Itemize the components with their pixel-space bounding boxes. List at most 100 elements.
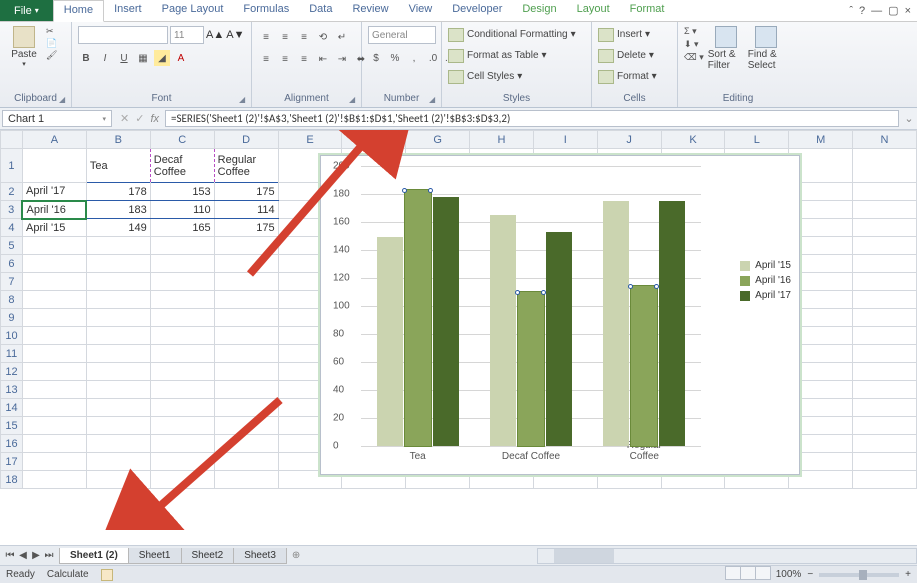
increase-decimal-icon[interactable]: .0	[425, 50, 441, 66]
cell-A1[interactable]	[22, 149, 86, 183]
cell-N17[interactable]	[853, 453, 917, 471]
col-header-N[interactable]: N	[853, 131, 917, 149]
view-buttons[interactable]	[725, 566, 770, 583]
cell-N13[interactable]	[853, 381, 917, 399]
chart-bar-Regular Coffee-April '15[interactable]	[603, 201, 629, 446]
legend-item-April '16[interactable]: April '16	[740, 275, 791, 286]
cell-A5[interactable]	[22, 237, 86, 255]
row-header-1[interactable]: 1	[1, 149, 23, 183]
cell-B1[interactable]: Tea	[86, 149, 150, 183]
indent-decrease-icon[interactable]: ⇤	[315, 51, 331, 67]
row-header-17[interactable]: 17	[1, 453, 23, 471]
status-calculate[interactable]: Calculate	[47, 569, 89, 580]
cell-A10[interactable]	[22, 327, 86, 345]
new-sheet-button[interactable]: ⊕	[286, 550, 306, 561]
row-header-6[interactable]: 6	[1, 255, 23, 273]
name-box[interactable]: Chart 1	[2, 110, 112, 127]
macro-record-icon[interactable]	[101, 569, 113, 581]
tab-nav-prev[interactable]: ◀	[17, 550, 29, 561]
cell-A9[interactable]	[22, 309, 86, 327]
comma-icon[interactable]: ,	[406, 50, 422, 66]
cell-N3[interactable]	[853, 201, 917, 219]
find-select-button[interactable]: Find & Select	[748, 26, 784, 71]
fx-icon[interactable]: fx	[150, 113, 159, 125]
tab-developer[interactable]: Developer	[442, 0, 512, 21]
cell-N14[interactable]	[853, 399, 917, 417]
row-header-2[interactable]: 2	[1, 183, 23, 201]
cell-N9[interactable]	[853, 309, 917, 327]
cell-C11[interactable]	[150, 345, 214, 363]
cell-N8[interactable]	[853, 291, 917, 309]
cell-C1[interactable]: DecafCoffee	[150, 149, 214, 183]
cell-C8[interactable]	[150, 291, 214, 309]
row-header-10[interactable]: 10	[1, 327, 23, 345]
cell-A6[interactable]	[22, 255, 86, 273]
wrap-text-icon[interactable]: ↵	[334, 29, 350, 45]
tab-view[interactable]: View	[399, 0, 443, 21]
col-header-K[interactable]: K	[661, 131, 725, 149]
align-middle-icon[interactable]: ≡	[277, 29, 293, 45]
cell-B6[interactable]	[86, 255, 150, 273]
cell-N6[interactable]	[853, 255, 917, 273]
insert-cells-button[interactable]: Insert ▾	[598, 26, 650, 43]
col-header-B[interactable]: B	[86, 131, 150, 149]
cell-D10[interactable]	[214, 327, 278, 345]
cell-A12[interactable]	[22, 363, 86, 381]
chart-bar-Decaf Coffee-April '17[interactable]	[546, 232, 572, 446]
cell-A8[interactable]	[22, 291, 86, 309]
row-header-12[interactable]: 12	[1, 363, 23, 381]
sheet-tab-Sheet3[interactable]: Sheet3	[233, 548, 287, 564]
window-restore-icon[interactable]: —	[871, 5, 882, 17]
bold-button[interactable]: B	[78, 50, 94, 66]
chart-bar-Regular Coffee-April '16[interactable]	[631, 286, 657, 446]
chart-bar-Decaf Coffee-April '15[interactable]	[490, 215, 516, 446]
row-header-5[interactable]: 5	[1, 237, 23, 255]
cell-C7[interactable]	[150, 273, 214, 291]
chart-bar-Decaf Coffee-April '16[interactable]	[518, 292, 544, 446]
format-painter-icon[interactable]: 🖌	[46, 50, 57, 61]
row-header-4[interactable]: 4	[1, 219, 23, 237]
zoom-slider[interactable]	[819, 573, 899, 577]
currency-icon[interactable]: $	[368, 50, 384, 66]
zoom-out-icon[interactable]: −	[807, 569, 813, 580]
sort-filter-button[interactable]: Sort & Filter	[708, 26, 744, 71]
formula-input[interactable]: =SERIES('Sheet1 (2)'!$A$3,'Sheet1 (2)'!$…	[165, 110, 899, 127]
tab-format[interactable]: Format	[620, 0, 675, 21]
worksheet-grid[interactable]: ABCDEFGHIJKLMN1TeaDecafCoffeeRegularCoff…	[0, 130, 917, 530]
cell-D12[interactable]	[214, 363, 278, 381]
shrink-font-icon[interactable]: A▼	[226, 29, 244, 41]
legend-item-April '17[interactable]: April '17	[740, 290, 791, 301]
fill-color-button[interactable]: ◢	[154, 50, 170, 66]
grow-font-icon[interactable]: A▲	[206, 29, 224, 41]
cell-A3[interactable]: April '16	[22, 201, 86, 219]
tab-formulas[interactable]: Formulas	[233, 0, 299, 21]
cell-C3[interactable]: 110	[150, 201, 214, 219]
col-header-C[interactable]: C	[150, 131, 214, 149]
cell-N4[interactable]	[853, 219, 917, 237]
align-bottom-icon[interactable]: ≡	[296, 29, 312, 45]
number-format-select[interactable]: General	[368, 26, 436, 44]
autosum-icon[interactable]: Σ ▾	[684, 26, 704, 37]
enter-formula-icon[interactable]: ✓	[135, 112, 144, 125]
tab-review[interactable]: Review	[342, 0, 398, 21]
alignment-launcher[interactable]: ◢	[349, 95, 359, 105]
tab-nav-next[interactable]: ▶	[30, 550, 42, 561]
sheet-tab-Sheet2[interactable]: Sheet2	[181, 548, 235, 564]
chart-bar-Tea-April '17[interactable]	[433, 197, 459, 446]
cell-A4[interactable]: April '15	[22, 219, 86, 237]
row-header-3[interactable]: 3	[1, 201, 23, 219]
cell-C10[interactable]	[150, 327, 214, 345]
cell-N11[interactable]	[853, 345, 917, 363]
cell-D9[interactable]	[214, 309, 278, 327]
cell-B5[interactable]	[86, 237, 150, 255]
col-header-L[interactable]: L	[725, 131, 789, 149]
format-cells-button[interactable]: Format ▾	[598, 68, 657, 85]
row-header-13[interactable]: 13	[1, 381, 23, 399]
font-launcher[interactable]: ◢	[239, 95, 249, 105]
cell-C6[interactable]	[150, 255, 214, 273]
cut-icon[interactable]: ✂	[46, 26, 57, 37]
cell-A14[interactable]	[22, 399, 86, 417]
cell-styles-button[interactable]: Cell Styles ▾	[448, 68, 522, 85]
cell-A15[interactable]	[22, 417, 86, 435]
cell-C2[interactable]: 153	[150, 183, 214, 201]
